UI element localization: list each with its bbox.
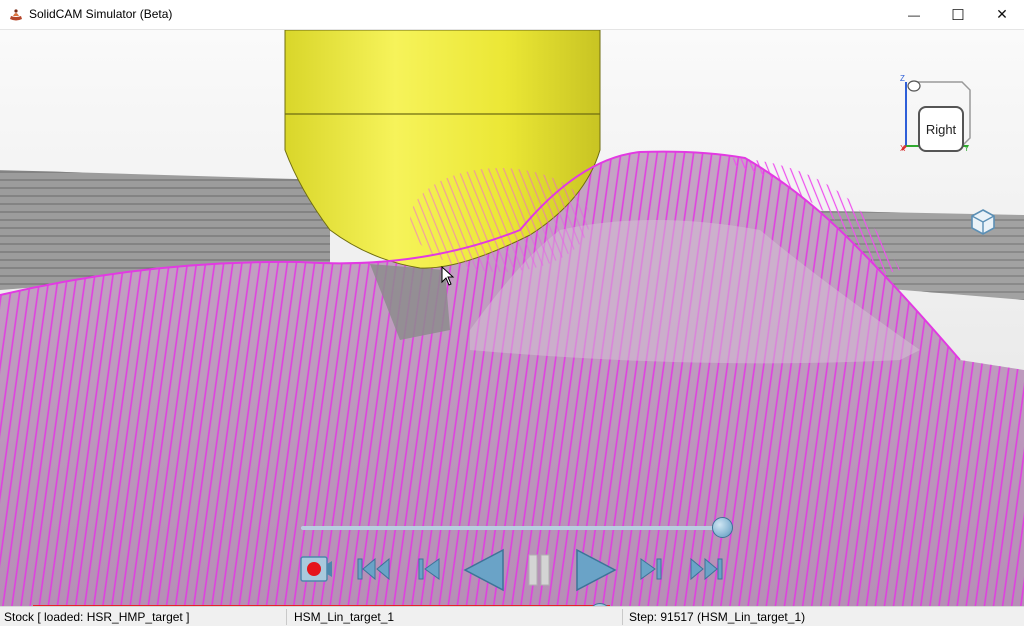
simulation-viewport[interactable]: Right Z Y X xyxy=(0,30,1024,606)
status-bar: Stock [ loaded: HSR_HMP_target ] HSM_Lin… xyxy=(0,606,1024,626)
maximize-icon: ☐ xyxy=(951,6,965,24)
skip-to-end-icon xyxy=(690,557,723,581)
next-step-button[interactable] xyxy=(636,554,666,584)
axis-z-label: Z xyxy=(900,74,905,83)
play-icon xyxy=(576,548,617,592)
play-reverse-icon xyxy=(463,548,504,592)
play-reverse-button[interactable] xyxy=(460,546,508,594)
fast-forward-to-end-button[interactable] xyxy=(686,554,726,584)
skip-to-start-icon xyxy=(357,557,390,581)
speed-slider-thumb[interactable] xyxy=(712,517,733,538)
axis-y-label: Y xyxy=(964,144,970,153)
play-button[interactable] xyxy=(572,546,620,594)
title-bar: SolidCAM Simulator (Beta) — ☐ ✕ xyxy=(0,0,1024,30)
maximize-button[interactable]: ☐ xyxy=(936,0,980,29)
pause-button[interactable] xyxy=(522,550,556,590)
status-separator xyxy=(622,609,623,625)
pause-icon xyxy=(528,554,550,586)
status-separator xyxy=(286,609,287,625)
minimize-button[interactable]: — xyxy=(892,0,936,29)
status-operation: HSM_Lin_target_1 xyxy=(294,610,395,624)
home-view-cube-icon[interactable] xyxy=(970,208,996,236)
close-button[interactable]: ✕ xyxy=(980,0,1024,29)
window-title: SolidCAM Simulator (Beta) xyxy=(29,7,173,21)
view-cube-face-right[interactable]: Right xyxy=(918,106,964,152)
record-icon xyxy=(300,556,332,582)
step-back-icon xyxy=(418,558,440,580)
rewind-to-start-button[interactable] xyxy=(354,554,394,584)
minimize-icon: — xyxy=(908,7,920,22)
step-forward-icon xyxy=(640,558,662,580)
solidcam-app-icon xyxy=(10,9,22,21)
mouse-cursor-icon xyxy=(441,266,455,286)
axis-x-label: X xyxy=(900,144,906,153)
close-icon: ✕ xyxy=(996,6,1008,22)
speed-slider-track[interactable] xyxy=(301,526,724,530)
status-step: Step: 91517 (HSM_Lin_target_1) xyxy=(629,610,806,624)
previous-step-button[interactable] xyxy=(414,554,444,584)
view-cube[interactable]: Right Z Y X xyxy=(898,74,978,156)
playback-controls xyxy=(0,490,1024,606)
record-button[interactable] xyxy=(298,552,334,586)
status-stock: Stock [ loaded: HSR_HMP_target ] xyxy=(4,610,190,624)
